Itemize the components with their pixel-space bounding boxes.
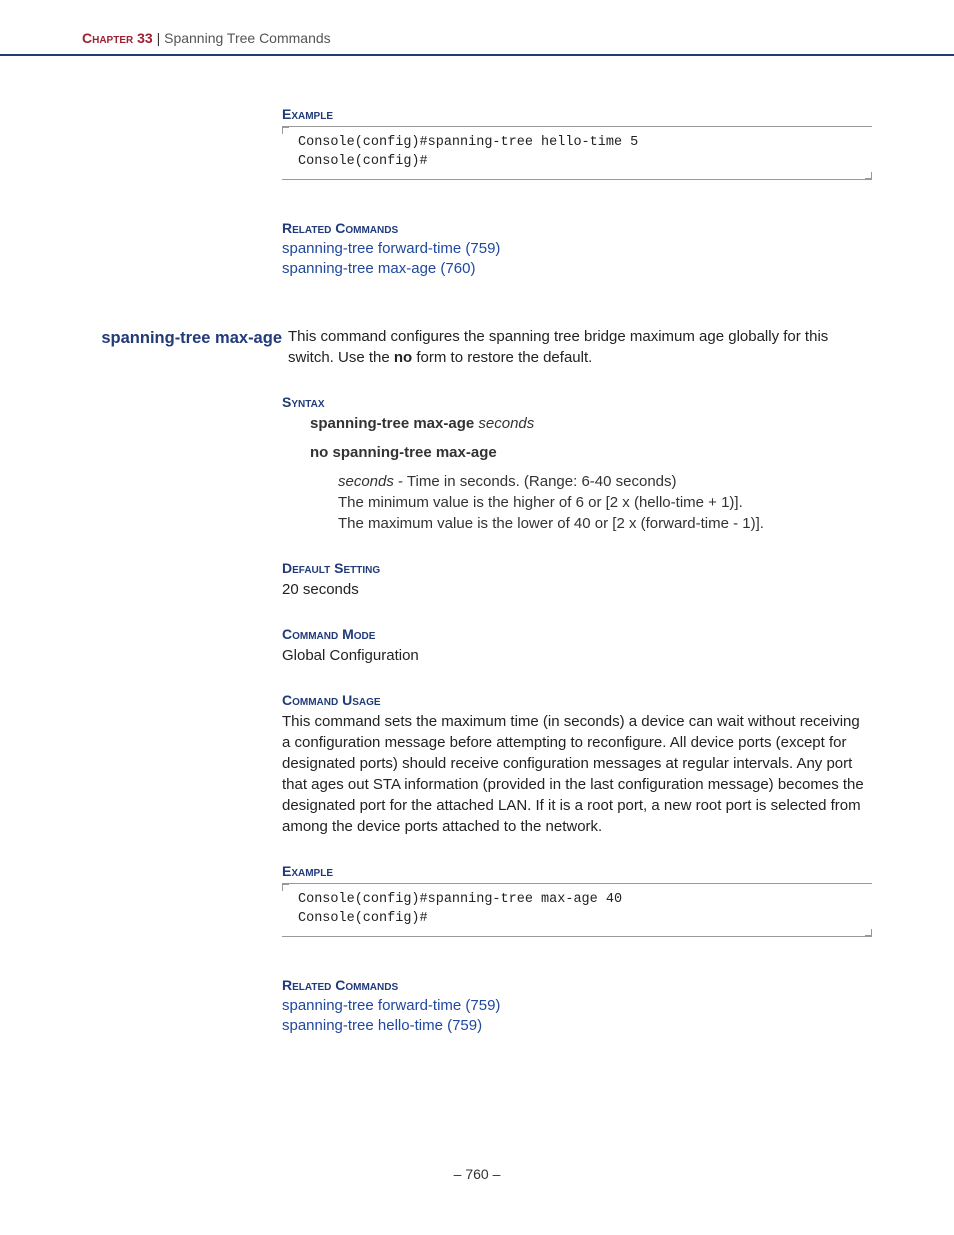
param-name: seconds [338, 473, 394, 490]
command-description: This command configures the spanning tre… [288, 327, 872, 368]
command-desc-bold: no [394, 349, 412, 366]
command-definition: spanning-tree max-age This command confi… [82, 327, 872, 368]
syntax-line-2: no spanning-tree max-age [310, 442, 872, 463]
param-line-2: The minimum value is the higher of 6 or … [338, 492, 872, 513]
page-header: Chapter 33 | Spanning Tree Commands [0, 0, 954, 56]
code-example-2: Console(config)#spanning-tree max-age 40… [282, 883, 872, 937]
related-commands-heading-1: Related Commands [282, 220, 872, 236]
syntax-heading: Syntax [282, 394, 872, 410]
command-mode-text: Global Configuration [282, 645, 872, 666]
param-line-3: The maximum value is the lower of 40 or … [338, 513, 872, 534]
related-commands-heading-2: Related Commands [282, 977, 872, 993]
parameter-block: seconds - Time in seconds. (Range: 6-40 … [338, 471, 872, 534]
chapter-title: Spanning Tree Commands [164, 30, 331, 46]
param-line-1: seconds - Time in seconds. (Range: 6-40 … [338, 471, 872, 492]
example-heading-1: Example [282, 106, 872, 122]
page-content: Example Console(config)#spanning-tree he… [0, 106, 954, 1036]
page-number: – 760 – [0, 1166, 954, 1212]
command-desc-part2: form to restore the default. [412, 349, 592, 366]
link-forward-time-1[interactable]: spanning-tree forward-time (759) [282, 239, 872, 259]
link-hello-time[interactable]: spanning-tree hello-time (759) [282, 1016, 872, 1036]
code-example-1: Console(config)#spanning-tree hello-time… [282, 126, 872, 180]
syntax-cmd-2: no spanning-tree max-age [310, 444, 497, 461]
link-max-age[interactable]: spanning-tree max-age (760) [282, 259, 872, 279]
command-usage-heading: Command Usage [282, 692, 872, 708]
default-setting-heading: Default Setting [282, 560, 872, 576]
default-setting-text: 20 seconds [282, 579, 872, 600]
command-usage-text: This command sets the maximum time (in s… [282, 711, 872, 837]
syntax-line-1: spanning-tree max-age seconds [310, 413, 872, 434]
related-commands-list-1: spanning-tree forward-time (759) spannin… [282, 239, 872, 280]
syntax-arg-1: seconds [474, 415, 534, 432]
command-name: spanning-tree max-age [82, 327, 288, 368]
chapter-label: Chapter 33 [82, 30, 153, 46]
related-commands-list-2: spanning-tree forward-time (759) spannin… [282, 996, 872, 1037]
param-desc: - Time in seconds. (Range: 6-40 seconds) [394, 473, 677, 490]
command-mode-heading: Command Mode [282, 626, 872, 642]
link-forward-time-2[interactable]: spanning-tree forward-time (759) [282, 996, 872, 1016]
example-heading-2: Example [282, 863, 872, 879]
syntax-cmd-1: spanning-tree max-age [310, 415, 474, 432]
syntax-block: spanning-tree max-age seconds no spannin… [310, 413, 872, 463]
header-separator: | [153, 30, 164, 46]
